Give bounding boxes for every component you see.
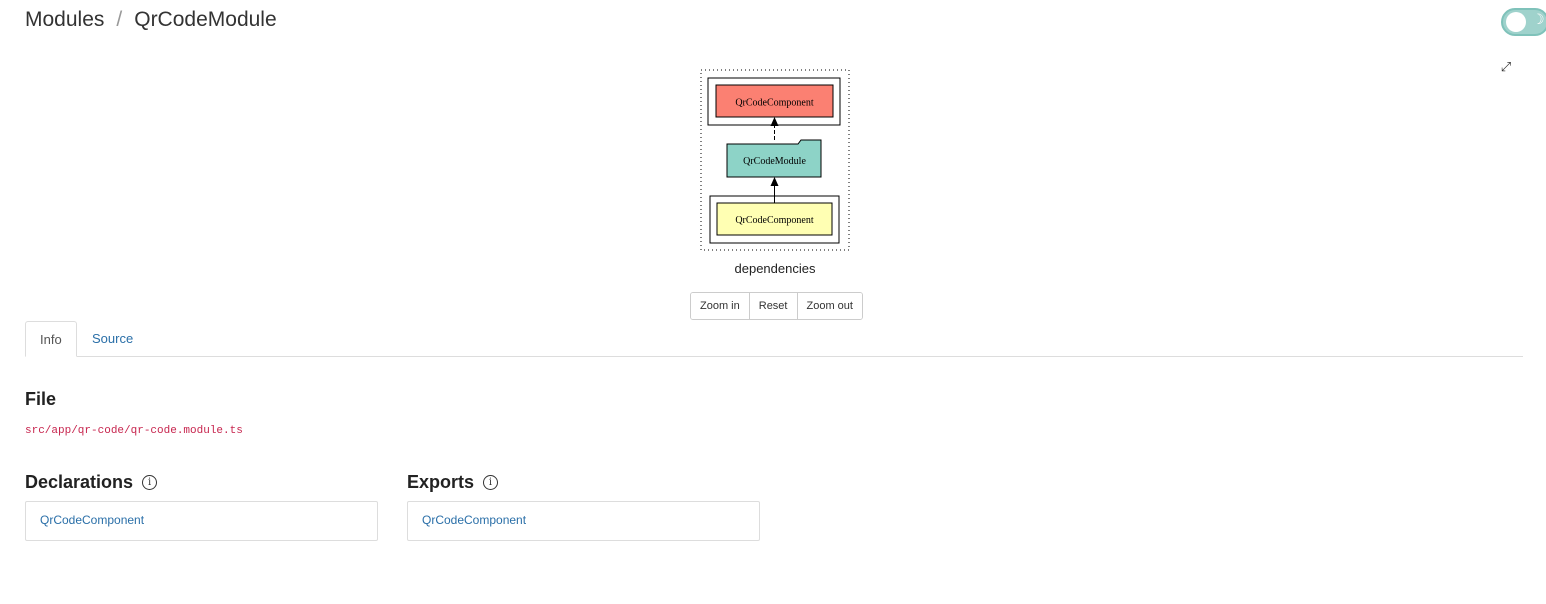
export-link[interactable]: QrCodeComponent (422, 513, 526, 527)
export-node-label: QrCodeComponent (735, 98, 814, 109)
zoom-controls: Zoom in Reset Zoom out (690, 292, 863, 320)
zoom-in-button[interactable]: Zoom in (691, 293, 750, 319)
graph-caption: dependencies (734, 261, 816, 276)
breadcrumb-modules[interactable]: Modules (25, 8, 104, 32)
zoom-out-button[interactable]: Zoom out (797, 293, 862, 319)
dark-mode-toggle[interactable]: ☽ (1501, 8, 1546, 36)
breadcrumb: Modules / QrCodeModule (25, 8, 277, 32)
declaration-link[interactable]: QrCodeComponent (40, 513, 144, 527)
exports-title: Exports (407, 472, 475, 492)
tab-info[interactable]: Info (25, 321, 77, 357)
declaration-node-label: QrCodeComponent (735, 215, 814, 226)
exports-list: QrCodeComponent (407, 501, 760, 541)
file-heading: File (25, 389, 57, 409)
info-icon[interactable]: i (483, 475, 499, 490)
moon-icon: ☽ (1532, 12, 1545, 28)
dependency-graph: QrCodeComponent QrCodeModule QrCodeCompo… (695, 66, 855, 256)
module-node-label: QrCodeModule (743, 156, 806, 167)
reset-button[interactable]: Reset (749, 293, 798, 319)
breadcrumb-separator: / (116, 8, 123, 31)
page: Modules / QrCodeModule ☽ ⤢ QrCodeCompone… (0, 0, 1546, 604)
declarations-title: Declarations (25, 472, 134, 492)
info-icon[interactable]: i (142, 475, 158, 490)
declarations-list: QrCodeComponent (25, 501, 378, 541)
declarations-heading: Declarations i (25, 472, 158, 493)
declaration-edge-arrow (770, 177, 779, 186)
tab-bar: Info Source (25, 321, 1523, 357)
tab-source[interactable]: Source (78, 321, 147, 356)
breadcrumb-current: QrCodeModule (134, 8, 277, 31)
expand-icon[interactable]: ⤢ (1498, 60, 1514, 76)
export-edge-arrow (770, 117, 779, 126)
toggle-knob (1506, 12, 1526, 32)
exports-heading: Exports i (407, 472, 499, 493)
file-path: src/app/qr-code/qr-code.module.ts (25, 425, 243, 437)
